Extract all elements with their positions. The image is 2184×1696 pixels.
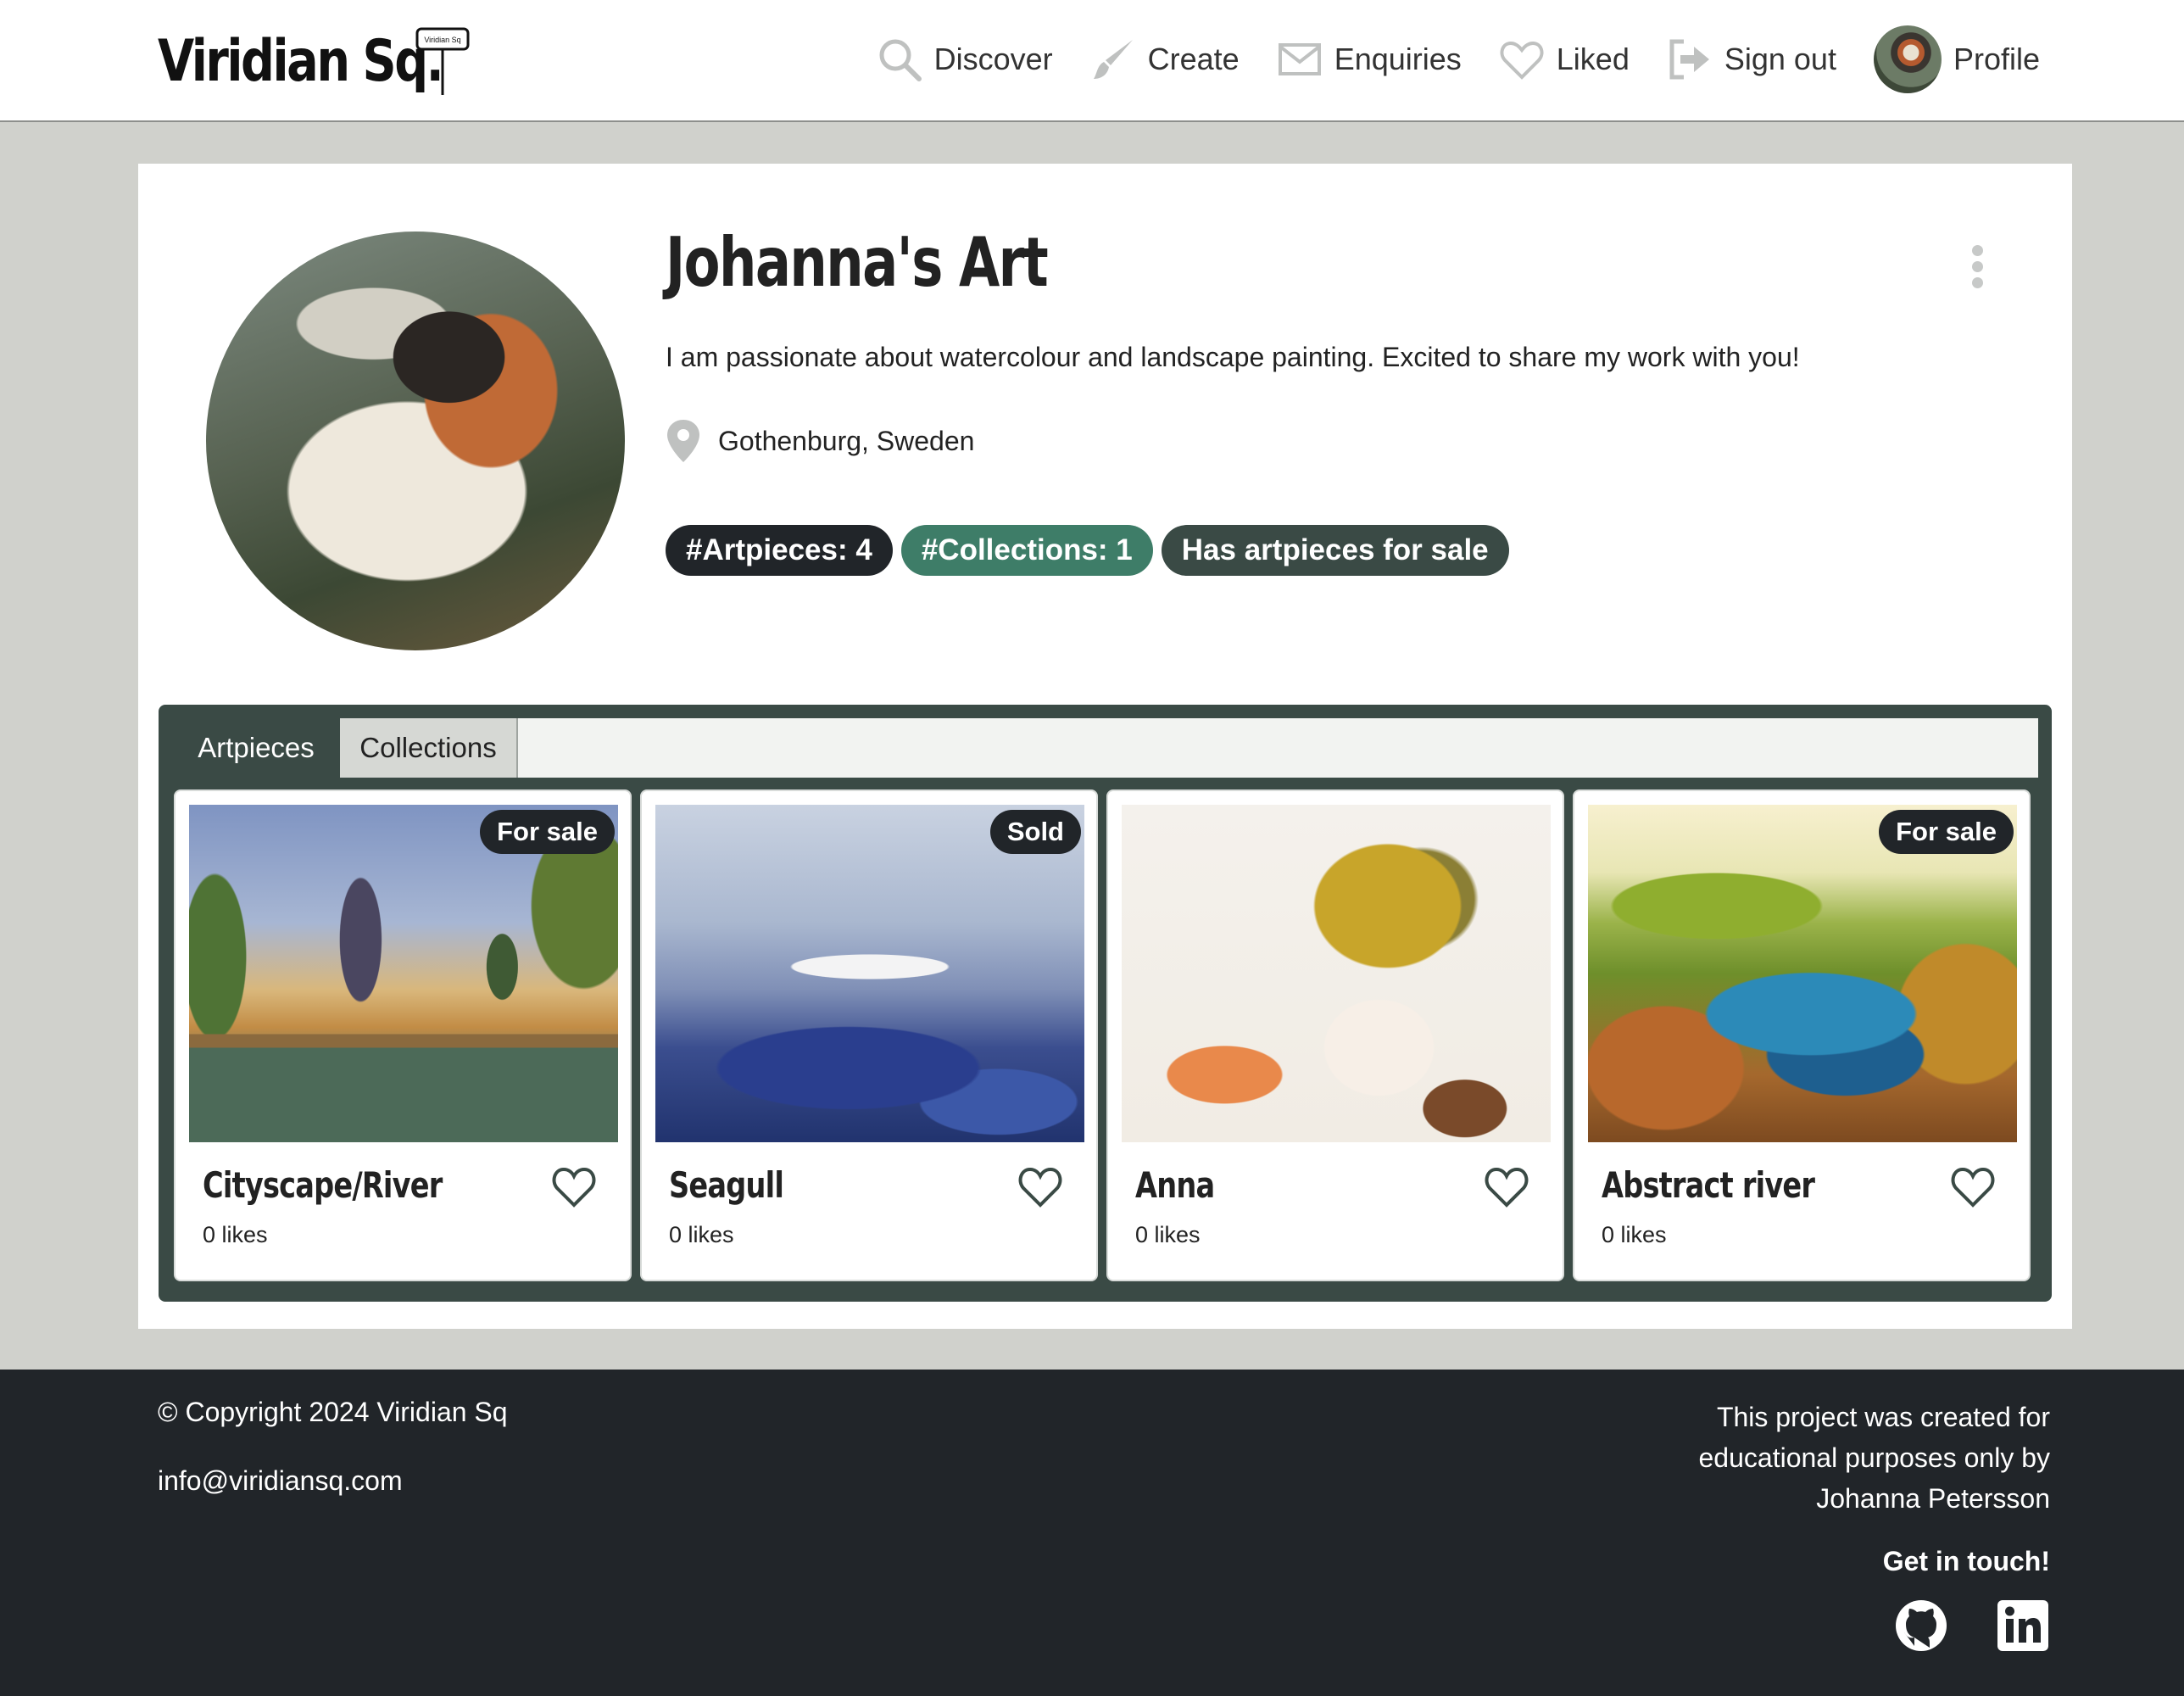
nav-sign-out[interactable]: Sign out (1667, 36, 1836, 82)
footer-email-link[interactable]: info@viridiansq.com (158, 1465, 403, 1497)
artpiece-card[interactable]: Sold Seagull 0 likes (640, 789, 1098, 1281)
artpiece-image[interactable] (655, 805, 1084, 1142)
artpiece-title[interactable]: Seagull (669, 1164, 784, 1206)
sign-out-icon (1669, 39, 1709, 80)
like-heart-icon[interactable] (1017, 1164, 1064, 1208)
github-icon[interactable] (1894, 1598, 1948, 1653)
artpiece-card[interactable]: Anna 0 likes (1106, 789, 1564, 1281)
nav-profile[interactable]: Profile (1873, 25, 2040, 93)
nav-create-label: Create (1147, 42, 1240, 76)
avatar (1873, 25, 1942, 93)
brand-sign-text: Viridian Sq (424, 36, 460, 44)
nav-enquiries-label: Enquiries (1334, 42, 1462, 76)
artpiece-image[interactable] (1588, 805, 2017, 1142)
badge-artpieces: #Artpieces: 4 (666, 525, 893, 576)
artpiece-image[interactable] (1122, 805, 1551, 1142)
artpiece-title[interactable]: Anna (1135, 1164, 1215, 1206)
profile-badges: #Artpieces: 4 #Collections: 1 Has artpie… (666, 525, 1509, 576)
nav-liked[interactable]: Liked (1499, 36, 1630, 82)
profile-bio: I am passionate about watercolour and la… (666, 342, 1800, 372)
artpiece-grid: For sale Cityscape/River 0 likes Sold Se… (174, 789, 2031, 1281)
artpiece-likes: 0 likes (669, 1222, 734, 1247)
artpiece-likes: 0 likes (1135, 1222, 1201, 1247)
status-badge: For sale (1879, 810, 2014, 854)
signpost-icon: Viridian Sq (415, 27, 470, 95)
brand-logo[interactable]: Viridian Sq. (158, 19, 444, 103)
nav-discover[interactable]: Discover (877, 36, 1053, 82)
tab-collections[interactable]: Collections (340, 718, 518, 778)
artpiece-title[interactable]: Abstract river (1602, 1164, 1815, 1206)
footer-copyright: © Copyright 2024 Viridian Sq (158, 1397, 508, 1427)
status-badge: For sale (480, 810, 615, 854)
artpiece-likes: 0 likes (203, 1222, 268, 1247)
location-text: Gothenburg, Sweden (718, 425, 975, 456)
badge-for-sale: Has artpieces for sale (1161, 525, 1509, 576)
like-heart-icon[interactable] (550, 1164, 598, 1208)
page-footer: © Copyright 2024 Viridian Sq info@viridi… (0, 1370, 2184, 1696)
nav-liked-label: Liked (1556, 42, 1630, 76)
footer-social-links (1894, 1598, 2050, 1653)
badge-collections: #Collections: 1 (900, 525, 1153, 576)
brush-icon (1093, 40, 1133, 79)
artpiece-card[interactable]: For sale Cityscape/River 0 likes (174, 789, 632, 1281)
footer-get-in-touch: Get in touch! (1882, 1546, 2050, 1576)
artpiece-likes: 0 likes (1602, 1222, 1667, 1247)
artpiece-title[interactable]: Cityscape/River (203, 1164, 443, 1206)
nav-profile-label: Profile (1953, 42, 2040, 76)
profile-card: Johanna's Art I am passionate about wate… (138, 164, 2072, 1329)
profile-avatar (206, 232, 625, 650)
artpiece-image[interactable] (189, 805, 618, 1142)
nav-discover-label: Discover (933, 42, 1053, 76)
like-heart-icon[interactable] (1949, 1164, 1997, 1208)
heart-icon (1500, 41, 1544, 80)
tab-artpieces[interactable]: Artpieces (172, 718, 340, 778)
artpiece-card[interactable]: For sale Abstract river 0 likes (1573, 789, 2031, 1281)
top-navbar: Viridian Sq. Viridian Sq Discover Create… (0, 0, 2184, 122)
nav-sign-out-label: Sign out (1724, 42, 1836, 76)
profile-location: Gothenburg, Sweden (666, 418, 974, 464)
status-badge: Sold (989, 810, 1081, 854)
profile-name: Johanna's Art (666, 223, 1049, 302)
location-pin-icon (667, 420, 699, 462)
footer-note: This project was created for educational… (1698, 1402, 2051, 1514)
nav-links: Discover Create Enquiries Liked Sign out… (877, 0, 2040, 119)
envelope-icon (1278, 43, 1321, 75)
more-options-icon[interactable] (1972, 245, 1984, 288)
content-tabs-panel: Artpieces Collections For sale Cityscape… (159, 705, 2052, 1302)
search-icon (879, 39, 922, 81)
nav-create[interactable]: Create (1090, 36, 1240, 82)
linkedin-icon[interactable] (1996, 1598, 2050, 1653)
like-heart-icon[interactable] (1483, 1164, 1530, 1208)
nav-enquiries[interactable]: Enquiries (1277, 36, 1462, 82)
tab-bar: Artpieces Collections (172, 718, 2038, 778)
